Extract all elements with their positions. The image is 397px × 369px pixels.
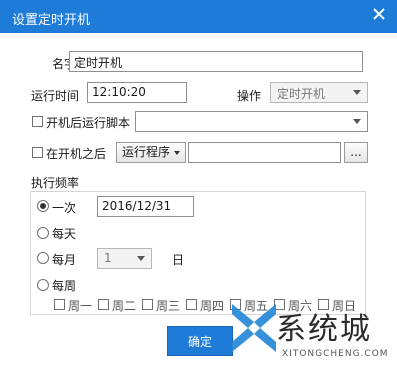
operation-label: 操作	[237, 89, 262, 103]
monthly-day-value: 1	[104, 251, 112, 265]
chevron-down-icon	[353, 90, 361, 95]
weekday-checkbox-wed[interactable]	[142, 299, 153, 310]
operation-select-value: 定时开机	[277, 87, 326, 101]
chevron-down-icon	[174, 151, 180, 155]
watermark-url: XITONGCHENG.COM	[282, 349, 389, 359]
operation-select[interactable]: 定时开机	[270, 82, 368, 103]
program-path-input[interactable]	[188, 142, 341, 163]
weekly-radio[interactable]	[37, 279, 49, 291]
close-icon[interactable]	[371, 6, 387, 22]
run-program-label: 运行程序	[122, 145, 171, 159]
weekday-checkbox-mon[interactable]	[54, 299, 65, 310]
watermark-text: 系统城	[276, 312, 372, 347]
run-time-input[interactable]: 12:10:20	[87, 82, 187, 103]
title-bar: 设置定时开机	[0, 0, 397, 33]
frequency-label: 执行频率	[31, 176, 80, 190]
run-program-button[interactable]: 运行程序	[116, 142, 186, 163]
watermark-logo-icon	[232, 304, 276, 352]
after-boot-label: 在开机之后	[46, 147, 107, 161]
day-suffix-label: 日	[172, 253, 185, 267]
chevron-down-icon	[353, 119, 361, 124]
run-script-checkbox[interactable]	[32, 116, 43, 127]
script-select[interactable]	[135, 111, 368, 132]
weekday-label-tue: 周二	[112, 299, 137, 313]
monthly-radio[interactable]	[37, 252, 49, 264]
daily-radio[interactable]	[37, 227, 49, 239]
once-date-input[interactable]: 2016/12/31	[97, 196, 194, 217]
weekday-checkbox-tue[interactable]	[98, 299, 109, 310]
weekday-label-thu: 周四	[200, 299, 225, 313]
monthly-label: 每月	[52, 253, 77, 267]
once-label: 一次	[52, 201, 77, 215]
chevron-down-icon	[137, 256, 145, 261]
monthly-day-select[interactable]: 1	[97, 248, 152, 269]
once-radio[interactable]	[37, 200, 49, 212]
run-script-label: 开机后运行脚本	[46, 116, 131, 130]
weekday-label-wed: 周三	[156, 299, 181, 313]
name-input[interactable]: 定时开机	[69, 51, 363, 72]
after-boot-checkbox[interactable]	[32, 147, 43, 158]
weekday-label-mon: 周一	[68, 299, 93, 313]
run-time-label: 运行时间	[31, 89, 80, 103]
browse-button[interactable]: ...	[344, 142, 368, 163]
weekly-label: 每周	[52, 279, 77, 293]
window-title: 设置定时开机	[12, 13, 91, 28]
daily-label: 每天	[52, 227, 77, 241]
weekday-checkbox-thu[interactable]	[186, 299, 197, 310]
